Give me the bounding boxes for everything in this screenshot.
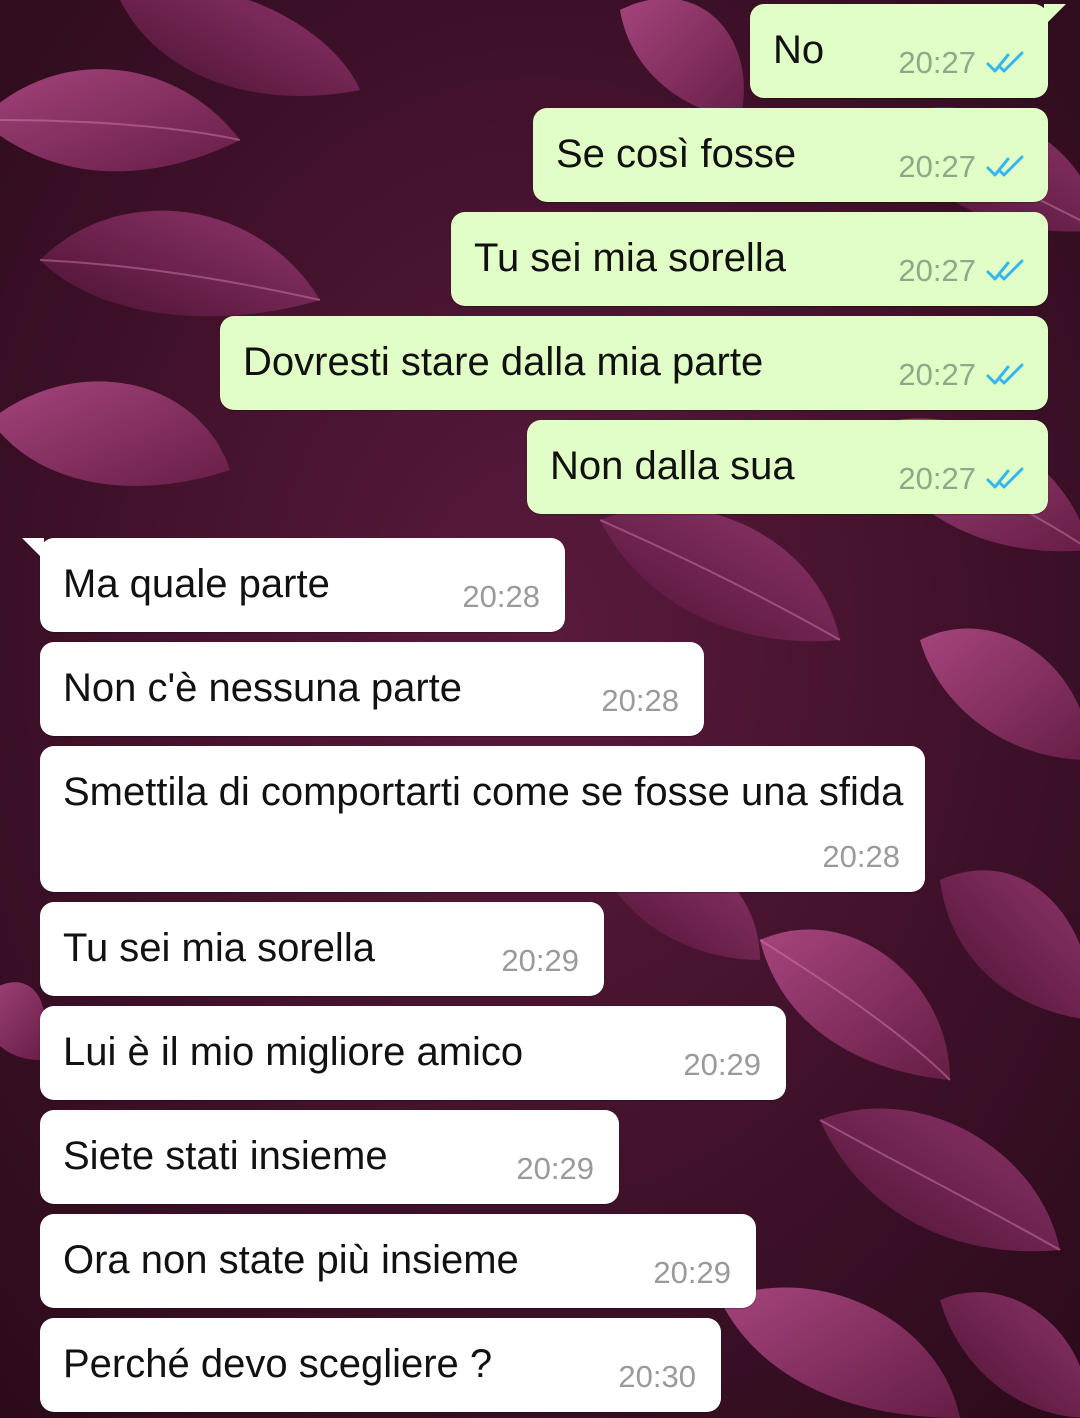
incoming-message[interactable]: Lui è il mio migliore amico 20:29 — [40, 1006, 786, 1100]
incoming-message[interactable]: Non c'è nessuna parte 20:28 — [40, 642, 704, 736]
message-time: 20:29 — [516, 1151, 594, 1186]
double-check-icon — [986, 259, 1024, 280]
incoming-message[interactable]: Ma quale parte 20:28 — [22, 538, 565, 632]
double-check-icon — [986, 467, 1024, 488]
outgoing-message[interactable]: Tu sei mia sorella 20:27 — [451, 212, 1048, 306]
message-time: 20:27 — [898, 253, 976, 288]
message-text: Ma quale parte — [63, 562, 330, 606]
message-meta: 20:29 — [653, 1257, 731, 1288]
message-time: 20:28 — [462, 579, 540, 614]
message-text: Lui è il mio migliore amico — [63, 1030, 524, 1074]
message-text: Tu sei mia sorella — [474, 236, 786, 280]
message-meta: 20:29 — [683, 1049, 761, 1080]
message-time: 20:27 — [898, 149, 976, 184]
incoming-message[interactable]: Siete stati insieme 20:29 — [40, 1110, 619, 1204]
double-check-icon — [986, 363, 1024, 384]
message-meta: 20:27 — [898, 47, 1026, 78]
message-meta: 20:29 — [501, 945, 579, 976]
incoming-message[interactable]: Ora non state più insieme 20:29 — [40, 1214, 756, 1308]
bubble-tail — [22, 538, 44, 560]
message-time: 20:28 — [601, 683, 679, 718]
message-meta: 20:27 — [898, 151, 1026, 182]
message-time: 20:27 — [898, 357, 976, 392]
message-text: Dovresti stare dalla mia parte — [243, 340, 764, 384]
message-meta: 20:28 — [601, 685, 679, 716]
outgoing-message[interactable]: Non dalla sua 20:27 — [527, 420, 1048, 514]
message-meta: 20:30 — [618, 1361, 696, 1392]
message-meta: 20:27 — [898, 255, 1026, 286]
message-text: Se così fosse — [556, 132, 797, 176]
message-text: No — [773, 28, 825, 72]
message-time: 20:29 — [653, 1255, 731, 1290]
message-text: Siete stati insieme — [63, 1134, 388, 1178]
message-meta: 20:27 — [898, 463, 1026, 494]
message-time: 20:27 — [898, 45, 976, 80]
message-text: Smettila di comportarti come se fosse un… — [63, 770, 904, 814]
message-time: 20:30 — [618, 1359, 696, 1394]
message-text: Non dalla sua — [550, 444, 795, 488]
message-meta: 20:27 — [898, 359, 1026, 390]
message-time: 20:28 — [822, 839, 900, 874]
message-time: 20:29 — [683, 1047, 761, 1082]
outgoing-message[interactable]: Se così fosse 20:27 — [533, 108, 1048, 202]
message-meta: 20:28 — [822, 841, 900, 872]
incoming-message[interactable]: Tu sei mia sorella 20:29 — [40, 902, 604, 996]
message-meta: 20:28 — [462, 581, 540, 612]
outgoing-message[interactable]: Dovresti stare dalla mia parte 20:27 — [220, 316, 1048, 410]
incoming-message[interactable]: Smettila di comportarti come se fosse un… — [40, 746, 925, 892]
double-check-icon — [986, 155, 1024, 176]
double-check-icon — [986, 51, 1024, 72]
message-text: Ora non state più insieme — [63, 1238, 519, 1282]
message-meta: 20:29 — [516, 1153, 594, 1184]
message-text: Tu sei mia sorella — [63, 926, 375, 970]
message-text: Non c'è nessuna parte — [63, 666, 463, 710]
message-time: 20:29 — [501, 943, 579, 978]
message-text: Perché devo scegliere ? — [63, 1342, 493, 1386]
incoming-message[interactable]: Perché devo scegliere ? 20:30 — [40, 1318, 721, 1412]
bubble-tail — [1044, 4, 1066, 26]
message-time: 20:27 — [898, 461, 976, 496]
outgoing-message[interactable]: No 20:27 — [750, 4, 1066, 98]
